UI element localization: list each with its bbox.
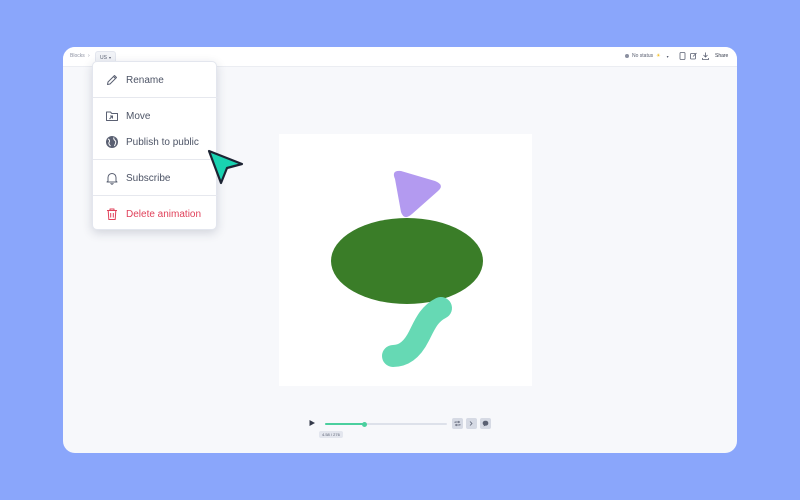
mint-squiggle-shape [382, 297, 452, 367]
menu-divider [93, 159, 218, 160]
menu-item-label: Move [126, 111, 151, 122]
menu-item-label: Subscribe [126, 173, 171, 184]
edit-icon[interactable] [690, 52, 697, 60]
menu-item-label: Publish to public [126, 137, 199, 148]
chevron-down-icon: ▾ [108, 55, 111, 60]
comment-button[interactable] [480, 418, 491, 429]
globe-icon [106, 136, 118, 148]
animation-artwork [331, 170, 483, 367]
timeline-scrubber[interactable] [325, 421, 447, 427]
purple-triangle-shape [393, 170, 441, 218]
share-button[interactable]: Share [715, 53, 728, 59]
status-dropdown[interactable]: No status ☀ ▾ [625, 53, 669, 59]
chevron-down-icon: ▾ [666, 53, 669, 59]
loop-button[interactable] [452, 418, 463, 429]
menu-item-delete[interactable]: Delete animation [93, 203, 218, 225]
status-label: No status [632, 53, 654, 59]
status-dot-icon [625, 54, 629, 58]
menu-item-publish[interactable]: Publish to public [93, 131, 218, 153]
bell-icon [106, 173, 118, 185]
green-ellipse-shape [331, 218, 483, 304]
speed-button[interactable] [466, 418, 477, 429]
timeline-handle[interactable] [361, 421, 367, 427]
frame-counter: 4.58 / 276 [319, 431, 343, 438]
trash-icon [107, 208, 117, 220]
menu-divider [93, 195, 218, 196]
comment-icon [482, 420, 489, 427]
speed-icon [469, 421, 473, 426]
menu-item-label: Delete animation [126, 209, 202, 220]
device-icon[interactable] [679, 52, 686, 60]
animation-canvas[interactable] [279, 134, 532, 386]
menu-item-subscribe[interactable]: Subscribe [93, 167, 218, 189]
menu-divider [93, 97, 218, 98]
menu-item-label: Rename [126, 75, 164, 86]
pencil-icon [107, 75, 117, 85]
menu-item-move[interactable]: Move [93, 105, 218, 127]
timeline-progress [325, 423, 365, 425]
download-icon[interactable] [702, 52, 709, 60]
sun-icon: ☀ [656, 53, 661, 59]
playback-bar: 4.58 / 276 [309, 415, 509, 439]
breadcrumb-separator: › [88, 53, 90, 59]
play-icon[interactable] [309, 420, 315, 426]
folder-move-icon [106, 111, 118, 121]
menu-item-rename[interactable]: Rename [93, 69, 218, 91]
breadcrumb-root[interactable]: Blocks [70, 53, 85, 59]
loop-icon [454, 420, 461, 427]
mouse-pointer-icon [207, 149, 244, 185]
context-menu: Rename Move Publish to public Subscribe … [92, 61, 218, 230]
